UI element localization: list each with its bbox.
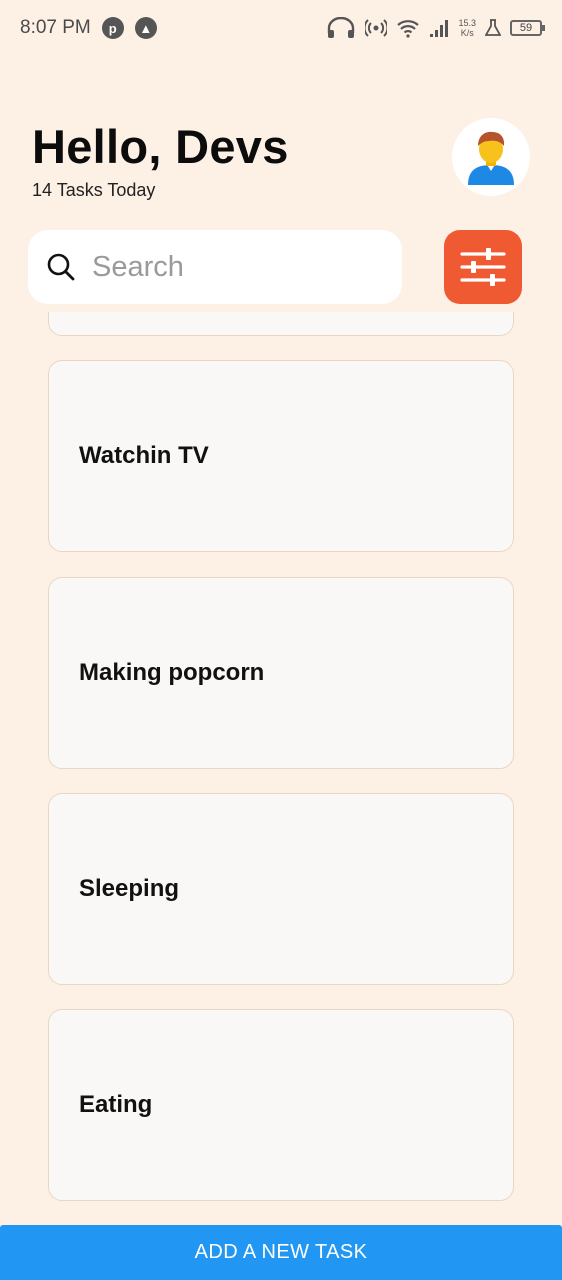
status-bar: 8:07 PM p ▲ 15.3 K/s 59	[0, 0, 562, 56]
task-title: Making popcorn	[79, 659, 265, 686]
battery-icon: 59	[510, 20, 545, 36]
add-task-button[interactable]: ADD A NEW TASK	[0, 1225, 562, 1280]
task-list[interactable]: Watchin TV Making popcorn Sleeping Eatin…	[0, 312, 562, 1222]
lab-icon	[485, 19, 501, 37]
status-time: 8:07 PM	[20, 17, 91, 38]
task-card-partial[interactable]	[48, 312, 514, 336]
signal-icon	[429, 19, 449, 37]
hotspot-icon	[365, 18, 388, 38]
user-avatar-icon	[468, 131, 514, 185]
pinterest-icon: p	[101, 17, 124, 39]
header: Hello, Devs 14 Tasks Today	[32, 116, 530, 206]
sliders-icon	[460, 248, 506, 286]
task-title: Watchin TV	[79, 442, 209, 469]
search-input[interactable]	[92, 250, 352, 284]
task-title: Eating	[79, 1091, 153, 1118]
search-box[interactable]	[28, 230, 402, 304]
task-count: 14 Tasks Today	[32, 180, 156, 200]
avatar[interactable]	[452, 118, 530, 196]
app-icon: ▲	[134, 17, 157, 39]
task-app-screen: 8:07 PM p ▲ 15.3 K/s 59 Hello, Devs 14 T…	[0, 0, 562, 1280]
task-title: Sleeping	[79, 875, 180, 902]
filter-button[interactable]	[444, 230, 522, 304]
task-card[interactable]: Eating	[48, 1009, 514, 1201]
status-right: 15.3 K/s 59	[326, 17, 545, 39]
task-card[interactable]: Sleeping	[48, 793, 514, 985]
wifi-icon	[396, 18, 420, 38]
greeting-title: Hello, Devs	[32, 120, 289, 173]
headphones-icon	[326, 17, 356, 39]
net-speed-unit: K/s	[460, 28, 474, 38]
task-card[interactable]: Watchin TV	[48, 360, 514, 552]
net-speed-value: 15.3	[458, 18, 476, 28]
status-left: 8:07 PM p ▲	[20, 17, 157, 39]
search-icon	[47, 253, 75, 281]
net-speed: 15.3 K/s	[458, 18, 476, 38]
task-card[interactable]: Making popcorn	[48, 577, 514, 769]
